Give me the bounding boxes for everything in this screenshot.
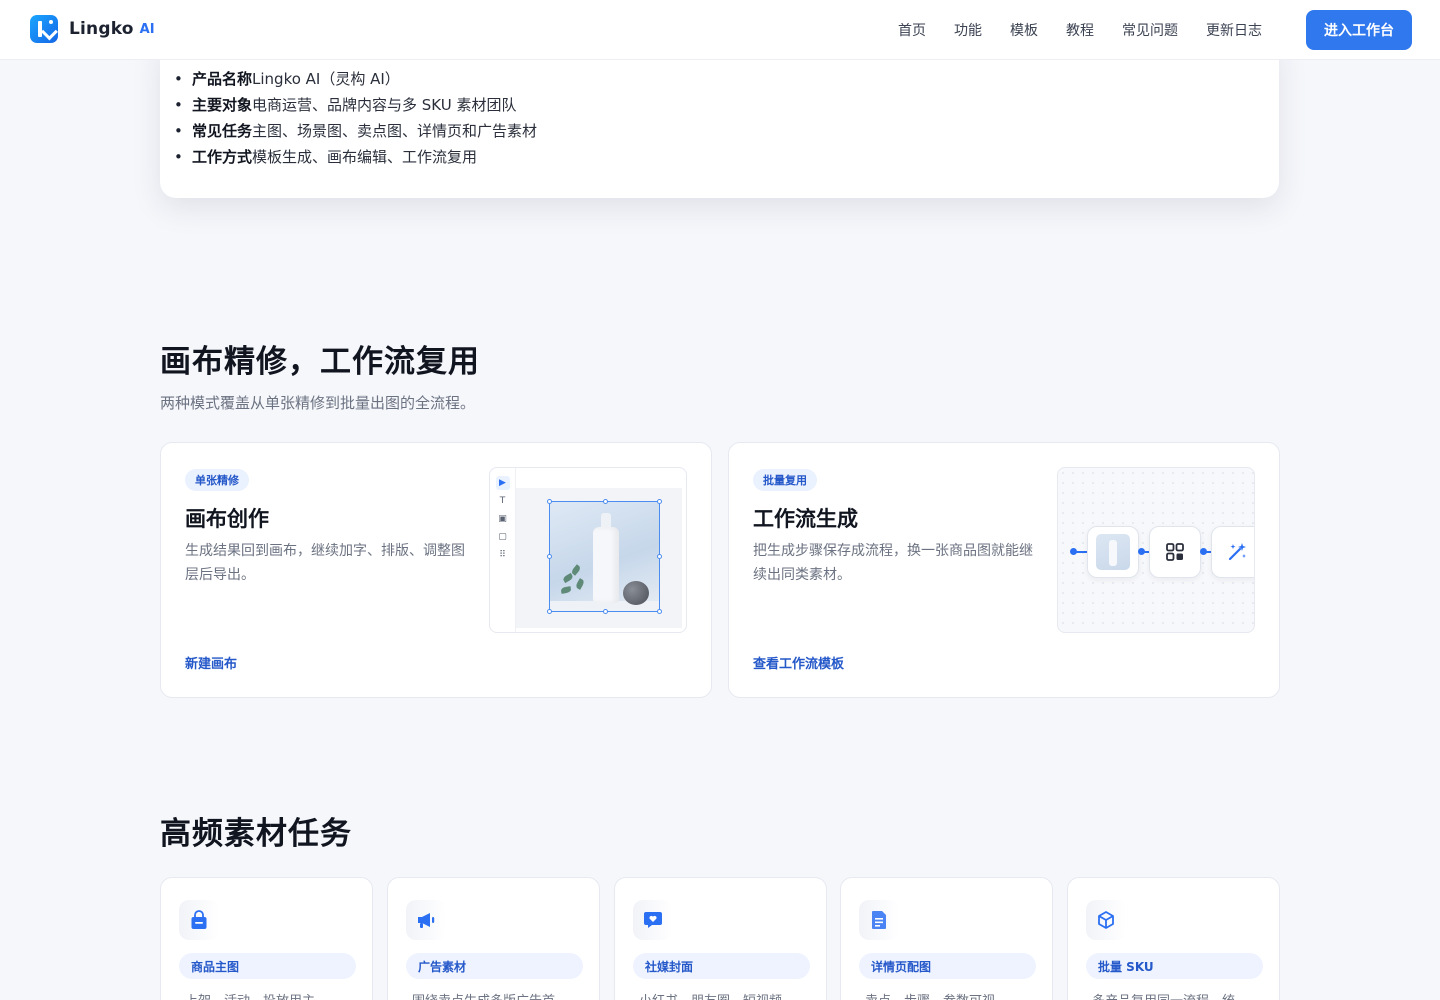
info-value: Lingko AI（灵构 AI）	[252, 70, 400, 88]
brand-suffix: AI	[139, 21, 155, 37]
document-icon	[859, 900, 899, 940]
info-value: 模板生成、画布编辑、工作流复用	[252, 148, 478, 166]
chat-heart-icon	[633, 900, 673, 940]
logo[interactable]: Lingko AI	[30, 15, 155, 43]
list-item: 常见任务主图、场景图、卖点图、详情页和广告素材	[174, 118, 538, 144]
selection-box[interactable]	[547, 499, 662, 614]
product-info-card: 产品名称Lingko AI（灵构 AI） 主要对象电商运营、品牌内容与多 SKU…	[160, 40, 1279, 198]
logo-icon	[30, 15, 58, 43]
image-tool-icon[interactable]: ▣	[496, 512, 510, 526]
canvas-preview: ▶ T ▣ ▢ ⠿	[489, 467, 687, 633]
nav-link-templates[interactable]: 模板	[1010, 20, 1038, 40]
layout-node[interactable]	[1149, 526, 1201, 578]
nav-link-changelog[interactable]: 更新日志	[1206, 20, 1262, 40]
enter-workspace-button[interactable]: 进入工作台	[1306, 10, 1412, 50]
section-title-tasks: 高频素材任务	[160, 816, 352, 852]
nav-link-tutorials[interactable]: 教程	[1066, 20, 1094, 40]
task-description: 多产品复用同一流程，统...	[1092, 990, 1247, 1000]
top-nav: Lingko AI 首页 功能 模板 教程 常见问题 更新日志 进入工作台	[0, 0, 1440, 60]
canvas-card: 单张精修 画布创作 生成结果回到画布，继续加字、排版、调整图层后导出。 新建画布…	[160, 442, 712, 698]
magic-wand-icon	[1228, 543, 1246, 561]
new-canvas-link[interactable]: 新建画布	[185, 653, 237, 672]
product-info-list: 产品名称Lingko AI（灵构 AI） 主要对象电商运营、品牌内容与多 SKU…	[174, 66, 538, 170]
card-badge: 批量复用	[753, 469, 817, 491]
task-description: 上架、活动、投放用主...	[185, 990, 327, 1000]
text-tool-icon[interactable]: T	[496, 494, 510, 508]
info-label: 产品名称	[192, 70, 253, 88]
view-workflow-templates-link[interactable]: 查看工作流模板	[753, 653, 844, 672]
info-label: 工作方式	[192, 148, 253, 166]
brand-name: Lingko	[69, 19, 134, 39]
shape-tool-icon[interactable]: ▢	[496, 530, 510, 544]
task-card-detail-image[interactable]: 详情页配图 卖点、步骤、参数可视...	[840, 877, 1053, 1000]
info-value: 主图、场景图、卖点图、详情页和广告素材	[252, 122, 538, 140]
info-label: 主要对象	[192, 96, 253, 114]
ai-generate-node[interactable]	[1211, 526, 1254, 578]
task-badge: 社媒封面	[633, 953, 810, 979]
task-card-social-cover[interactable]: 社媒封面 小红书、朋友圈、短视频...	[614, 877, 827, 1000]
task-badge: 广告素材	[406, 953, 583, 979]
card-title: 工作流生成	[753, 507, 858, 531]
section-title-canvas: 画布精修，工作流复用	[160, 344, 480, 380]
card-description: 把生成步骤保存成流程，换一张商品图就能继续出同类素材。	[753, 543, 1033, 583]
section-subtitle-canvas: 两种模式覆盖从单张精修到批量出图的全流程。	[160, 394, 476, 412]
card-description: 生成结果回到画布，继续加字、排版、调整图层后导出。	[185, 543, 465, 583]
info-label: 常见任务	[192, 122, 253, 140]
nav-link-faq[interactable]: 常见问题	[1122, 20, 1178, 40]
task-description: 卖点、步骤、参数可视...	[865, 990, 1007, 1000]
workflow-preview	[1057, 467, 1255, 633]
task-card-ad-material[interactable]: 广告素材 围绕卖点生成多版广告首...	[387, 877, 600, 1000]
task-badge: 批量 SKU	[1086, 953, 1263, 979]
cube-icon	[1086, 900, 1126, 940]
task-badge: 详情页配图	[859, 953, 1036, 979]
nav-link-features[interactable]: 功能	[954, 20, 982, 40]
task-card-main-image[interactable]: 商品主图 上架、活动、投放用主...	[160, 877, 373, 1000]
task-badge: 商品主图	[179, 953, 356, 979]
card-title: 画布创作	[185, 507, 269, 531]
shopping-bag-icon	[179, 900, 219, 940]
workflow-card: 批量复用 工作流生成 把生成步骤保存成流程，换一张商品图就能继续出同类素材。 查…	[728, 442, 1280, 698]
task-card-batch-sku[interactable]: 批量 SKU 多产品复用同一流程，统...	[1067, 877, 1280, 1000]
card-badge: 单张精修	[185, 469, 249, 491]
grid-tool-icon[interactable]: ⠿	[496, 548, 510, 562]
product-image-node[interactable]	[1087, 526, 1139, 578]
info-value: 电商运营、品牌内容与多 SKU 素材团队	[252, 96, 517, 114]
nav-links: 首页 功能 模板 教程 常见问题 更新日志	[898, 20, 1262, 40]
grid-icon	[1166, 543, 1184, 561]
nav-link-home[interactable]: 首页	[898, 20, 926, 40]
list-item: 主要对象电商运营、品牌内容与多 SKU 素材团队	[174, 92, 537, 118]
megaphone-icon	[406, 900, 446, 940]
canvas-toolbar: ▶ T ▣ ▢ ⠿	[490, 468, 516, 632]
select-tool-icon[interactable]: ▶	[495, 476, 510, 490]
task-description: 小红书、朋友圈、短视频...	[639, 990, 794, 1000]
list-item: 工作方式模板生成、画布编辑、工作流复用	[174, 144, 537, 170]
list-item: 产品名称Lingko AI（灵构 AI）	[174, 66, 537, 92]
task-description: 围绕卖点生成多版广告首...	[412, 990, 567, 1000]
